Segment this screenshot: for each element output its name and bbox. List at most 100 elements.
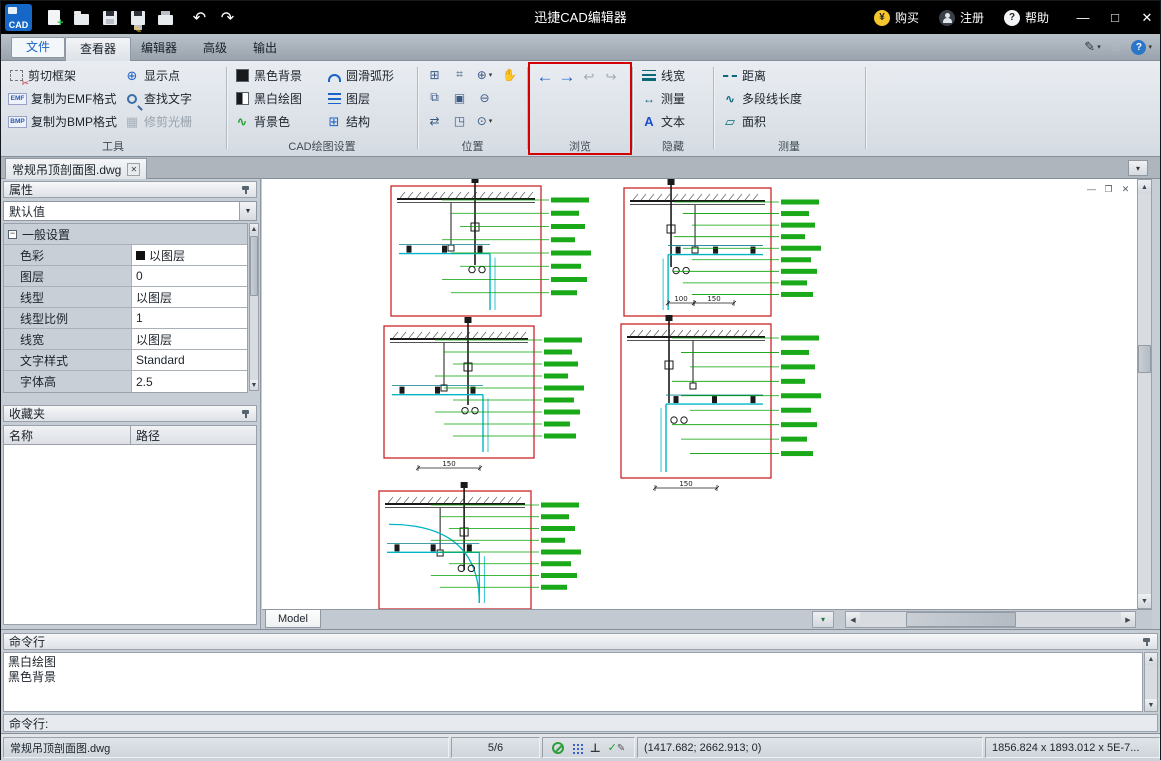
save-as-button[interactable] xyxy=(125,5,150,30)
clip-frame-button[interactable]: 剪切框架 xyxy=(5,64,120,87)
open-file-button[interactable] xyxy=(69,5,94,30)
zoom-in-icon[interactable] xyxy=(473,64,496,85)
canvas-horizontal-scrollbar[interactable] xyxy=(845,611,1136,628)
hide-measure-button[interactable]: 测量 xyxy=(638,87,688,110)
collapse-icon[interactable] xyxy=(8,230,17,239)
tab-editor[interactable]: 编辑器 xyxy=(127,37,191,61)
help-button[interactable]: ? 帮助 xyxy=(1004,1,1049,34)
scroll-up-icon[interactable] xyxy=(250,224,258,234)
copy-emf-button[interactable]: 复制为EMF格式 xyxy=(5,87,120,110)
tab-file[interactable]: 文件 xyxy=(11,37,65,58)
scroll-right-icon[interactable] xyxy=(1121,612,1135,627)
measure-polyline-button[interactable]: 多段线长度 xyxy=(719,87,805,110)
scroll-down-icon[interactable] xyxy=(1145,699,1157,711)
favorites-col-name[interactable]: 名称 xyxy=(3,425,131,445)
command-scrollbar[interactable] xyxy=(1144,652,1158,712)
scroll-thumb[interactable] xyxy=(1138,345,1151,373)
dropdown-arrow-icon[interactable] xyxy=(239,202,256,220)
browse-forward-icon[interactable] xyxy=(559,69,575,85)
command-input-row[interactable]: 命令行: xyxy=(3,714,1158,732)
preset-dropdown[interactable]: 默认值 xyxy=(3,201,257,221)
show-points-button[interactable]: 显示点 xyxy=(121,64,195,87)
viewport-icon[interactable] xyxy=(423,64,446,85)
measure-area-button[interactable]: 面积 xyxy=(719,110,805,133)
pin-icon[interactable] xyxy=(1142,637,1152,647)
smooth-arc-button[interactable]: 圆滑弧形 xyxy=(323,64,397,87)
property-value[interactable]: 以图层 xyxy=(132,287,247,307)
pen-style-icon[interactable] xyxy=(1084,39,1100,55)
draworder-icon[interactable] xyxy=(552,742,564,754)
pin-icon[interactable] xyxy=(241,185,251,195)
document-tab[interactable]: 常规吊顶剖面图.dwg xyxy=(5,158,147,179)
find-text-button[interactable]: 查找文字 xyxy=(121,87,195,110)
properties-header[interactable]: 属性 xyxy=(3,181,257,198)
property-value[interactable]: Standard xyxy=(132,350,247,370)
favorites-header[interactable]: 收藏夹 xyxy=(3,405,257,422)
star-icon[interactable] xyxy=(1111,40,1122,54)
favorites-list[interactable] xyxy=(3,445,257,625)
document-close-icon[interactable] xyxy=(127,163,140,176)
measure-distance-button[interactable]: 距离 xyxy=(719,64,805,87)
property-value[interactable]: 以图层 xyxy=(132,245,247,265)
register-button[interactable]: 注册 xyxy=(939,1,984,34)
property-grid-scrollbar[interactable] xyxy=(249,223,259,391)
bw-drawing-button[interactable]: 黑白绘图 xyxy=(231,87,305,110)
buy-button[interactable]: ¥ 购买 xyxy=(874,1,919,34)
command-header[interactable]: 命令行 xyxy=(3,633,1158,650)
child-minimize-icon[interactable]: — xyxy=(1084,183,1099,195)
save-button[interactable] xyxy=(97,5,122,30)
scroll-down-icon[interactable] xyxy=(250,380,258,390)
pan-icon[interactable] xyxy=(498,64,521,85)
maximize-button[interactable]: □ xyxy=(1101,1,1129,34)
pin-icon[interactable] xyxy=(241,409,251,419)
scroll-down-icon[interactable] xyxy=(1138,594,1151,608)
layout-dropdown-button[interactable] xyxy=(812,611,834,628)
property-value[interactable]: 1 xyxy=(132,308,247,328)
redo-button[interactable] xyxy=(215,5,240,30)
undo-button[interactable] xyxy=(187,5,212,30)
zoom-selected-icon[interactable] xyxy=(448,87,471,108)
scroll-thumb[interactable] xyxy=(250,236,258,296)
tab-advanced[interactable]: 高级 xyxy=(189,37,241,61)
ortho-icon[interactable] xyxy=(590,741,601,755)
copy-view-icon[interactable] xyxy=(423,87,446,108)
canvas-vertical-scrollbar[interactable] xyxy=(1137,179,1152,609)
property-section-row[interactable]: 一般设置 xyxy=(4,224,247,245)
tab-viewer[interactable]: 查看器 xyxy=(65,37,131,61)
scroll-thumb[interactable] xyxy=(906,612,1016,627)
hide-linewidth-button[interactable]: 线宽 xyxy=(638,64,688,87)
zoom-out-icon[interactable] xyxy=(473,87,496,108)
edit-check-icon[interactable] xyxy=(608,741,626,754)
scroll-left-icon[interactable] xyxy=(846,612,860,627)
zoom-extents-icon[interactable] xyxy=(448,110,471,131)
child-restore-icon[interactable]: ❐ xyxy=(1101,183,1116,195)
close-button[interactable]: ✕ xyxy=(1133,1,1161,34)
copy-bmp-button[interactable]: 复制为BMP格式 xyxy=(5,110,120,133)
print-button[interactable] xyxy=(153,5,178,30)
favorites-col-path[interactable]: 路径 xyxy=(131,425,257,445)
structure-button[interactable]: 结构 xyxy=(323,110,397,133)
property-value[interactable]: 2.5 xyxy=(132,371,247,392)
document-list-dropdown[interactable] xyxy=(1128,160,1148,176)
drawing-canvas[interactable]: 100150150150 — ❐ ✕ xyxy=(262,179,1137,609)
scroll-up-icon[interactable] xyxy=(1145,653,1157,665)
background-color-button[interactable]: 背景色 xyxy=(231,110,305,133)
child-close-icon[interactable]: ✕ xyxy=(1118,183,1133,195)
layers-button[interactable]: 图层 xyxy=(323,87,397,110)
minimize-button[interactable]: — xyxy=(1069,1,1097,34)
zoom-scale-icon[interactable] xyxy=(473,110,496,131)
black-background-button[interactable]: 黑色背景 xyxy=(231,64,305,87)
grid-snap-icon[interactable] xyxy=(571,742,583,754)
zoom-window-icon[interactable] xyxy=(448,64,471,85)
new-file-button[interactable] xyxy=(41,5,66,30)
model-tab[interactable]: Model xyxy=(265,610,321,628)
command-history[interactable]: 黑白绘图 黑色背景 xyxy=(3,652,1143,712)
property-value[interactable]: 以图层 xyxy=(132,329,247,349)
help-menu-button[interactable]: ? xyxy=(1131,40,1152,55)
scroll-up-icon[interactable] xyxy=(1138,180,1151,194)
tab-output[interactable]: 输出 xyxy=(239,37,291,61)
switch-view-icon[interactable] xyxy=(423,110,446,131)
browse-back-icon[interactable] xyxy=(537,69,553,85)
property-value[interactable]: 0 xyxy=(132,266,247,286)
hide-text-button[interactable]: 文本 xyxy=(638,110,688,133)
